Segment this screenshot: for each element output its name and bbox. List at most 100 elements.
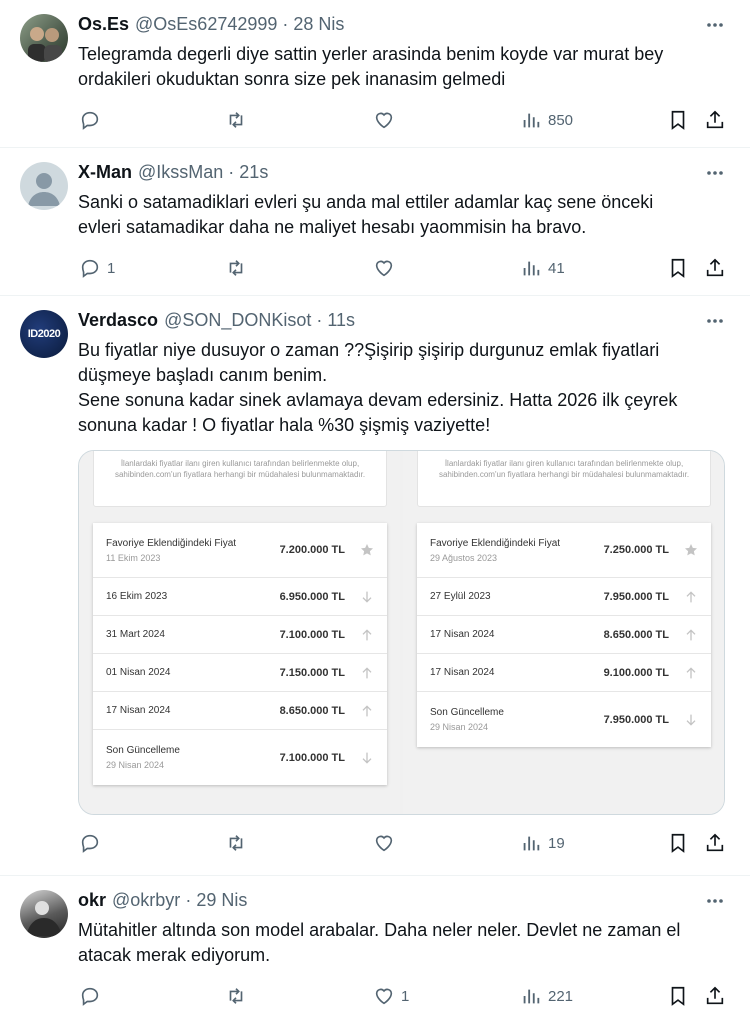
tweet-image[interactable]: İlanlardaki fiyatlar ilanı giren kullanı… bbox=[78, 450, 725, 815]
reply-button[interactable] bbox=[79, 985, 107, 1007]
bookmark-icon bbox=[671, 833, 685, 853]
avatar[interactable] bbox=[20, 14, 68, 62]
timestamp[interactable]: 28 Nis bbox=[293, 14, 344, 35]
arrow-down-icon bbox=[359, 750, 375, 766]
share-button[interactable] bbox=[704, 257, 726, 279]
retweet-button[interactable] bbox=[225, 109, 247, 131]
star-icon bbox=[359, 542, 375, 558]
avatar-text: ID2020 bbox=[27, 328, 61, 340]
view-count: 41 bbox=[548, 259, 565, 277]
price-notice: İlanlardaki fiyatlar ilanı giren kullanı… bbox=[93, 451, 387, 507]
retweet-button[interactable] bbox=[225, 832, 247, 854]
tweet[interactable]: okr @okrbyr · 29 Nis Mütahitler altında … bbox=[0, 876, 750, 1019]
avatar[interactable] bbox=[20, 890, 68, 938]
price-history-list: Favoriye Eklendiğindeki Fiyat 11 Ekim 202… bbox=[93, 523, 387, 785]
views-button[interactable]: 19 bbox=[520, 832, 565, 854]
bookmark-icon bbox=[671, 110, 685, 130]
like-count: 1 bbox=[401, 987, 410, 1005]
like-button[interactable] bbox=[373, 257, 401, 279]
author-name[interactable]: okr bbox=[78, 890, 106, 911]
price-value: 7.250.000 TL bbox=[603, 544, 669, 556]
arrow-up-icon bbox=[683, 589, 699, 605]
price-history-row: Favoriye Eklendiğindeki Fiyat 29 Ağustos … bbox=[417, 523, 711, 578]
reply-icon bbox=[81, 111, 99, 130]
price-history-row: 31 Mart 2024 7.100.000 TL bbox=[93, 616, 387, 654]
bookmark-button[interactable] bbox=[667, 109, 689, 131]
author-handle[interactable]: @okrbyr bbox=[112, 890, 180, 911]
bookmark-icon bbox=[671, 258, 685, 278]
arrow-down-icon bbox=[359, 589, 375, 605]
like-button[interactable] bbox=[373, 109, 401, 131]
reply-button[interactable]: 1 bbox=[79, 257, 115, 279]
more-icon[interactable] bbox=[704, 890, 726, 912]
more-icon[interactable] bbox=[704, 14, 726, 36]
share-button[interactable] bbox=[704, 832, 726, 854]
arrow-up-icon bbox=[683, 627, 699, 643]
reply-icon bbox=[81, 259, 99, 278]
author-handle[interactable]: @OsEs62742999 bbox=[135, 14, 277, 35]
avatar-photo-icon bbox=[26, 901, 62, 936]
star-icon bbox=[683, 542, 699, 558]
price-date-label: Favoriye Eklendiğindeki Fiyat bbox=[430, 537, 561, 549]
avatar-photo-icon bbox=[28, 27, 62, 62]
heart-icon bbox=[375, 112, 393, 129]
bookmark-button[interactable] bbox=[667, 832, 689, 854]
price-value: 9.100.000 TL bbox=[603, 666, 669, 679]
share-icon bbox=[706, 110, 724, 129]
tweet-text: Telegramda degerli diye sattin yerler ar… bbox=[78, 44, 664, 89]
reply-button[interactable] bbox=[79, 832, 107, 854]
bookmark-button[interactable] bbox=[667, 985, 689, 1007]
share-button[interactable] bbox=[704, 985, 726, 1007]
avatar[interactable] bbox=[20, 162, 68, 210]
separator-dot: · bbox=[282, 13, 289, 34]
avatar[interactable]: ID2020 bbox=[20, 310, 68, 358]
price-value: 6.950.000 TL bbox=[279, 590, 345, 603]
timestamp[interactable]: 21s bbox=[239, 162, 268, 183]
tweet[interactable]: Os.Es @OsEs62742999 · 28 Nis Telegramda … bbox=[0, 0, 750, 148]
author-handle[interactable]: @SON_DONKisot bbox=[164, 310, 311, 331]
timestamp[interactable]: 11s bbox=[327, 310, 355, 331]
retweet-button[interactable] bbox=[225, 985, 247, 1007]
price-date-label: Favoriye Eklendiğindeki Fiyat bbox=[106, 537, 237, 549]
share-button[interactable] bbox=[704, 109, 726, 131]
retweet-button[interactable] bbox=[225, 257, 247, 279]
like-button[interactable] bbox=[373, 832, 401, 854]
author-handle[interactable]: @IkssMan bbox=[138, 162, 223, 183]
retweet-icon bbox=[229, 988, 243, 1004]
views-icon bbox=[523, 261, 540, 276]
price-value: 8.650.000 TL bbox=[279, 704, 345, 717]
more-icon[interactable] bbox=[704, 310, 726, 332]
views-icon bbox=[523, 113, 540, 128]
default-avatar-icon bbox=[28, 173, 60, 206]
retweet-icon bbox=[229, 835, 243, 851]
share-icon bbox=[706, 258, 724, 277]
price-date-label: 31 Mart 2024 bbox=[106, 629, 165, 640]
author-name[interactable]: Os.Es bbox=[78, 14, 129, 35]
price-history-list: Favoriye Eklendiğindeki Fiyat 29 Ağustos … bbox=[417, 523, 711, 747]
views-button[interactable]: 41 bbox=[520, 257, 565, 279]
views-button[interactable]: 221 bbox=[520, 985, 573, 1007]
author-name[interactable]: X-Man bbox=[78, 162, 132, 183]
bookmark-button[interactable] bbox=[667, 257, 689, 279]
price-history-row: 16 Ekim 2023 6.950.000 TL bbox=[93, 578, 387, 616]
share-icon bbox=[706, 986, 724, 1005]
tweet[interactable]: ID2020 Verdasco @SON_DONKisot · 11s Bu f… bbox=[0, 296, 750, 876]
arrow-up-icon bbox=[359, 665, 375, 681]
tweet-text: Sanki o satamadiklari evleri şu anda mal… bbox=[78, 192, 654, 237]
views-button[interactable]: 850 bbox=[520, 109, 573, 131]
reply-button[interactable] bbox=[79, 109, 107, 131]
like-button[interactable]: 1 bbox=[373, 985, 409, 1007]
price-date-sub: 11 Ekim 2023 bbox=[106, 552, 161, 563]
price-date-label: 17 Nisan 2024 bbox=[106, 705, 171, 716]
author-name[interactable]: Verdasco bbox=[78, 310, 158, 331]
more-icon[interactable] bbox=[704, 162, 726, 184]
view-count: 221 bbox=[548, 987, 574, 1005]
heart-icon bbox=[375, 988, 393, 1005]
price-date-label: Son Güncelleme bbox=[106, 745, 180, 756]
separator-dot: · bbox=[228, 161, 235, 182]
price-history-row: 17 Nisan 2024 8.650.000 TL bbox=[93, 692, 387, 730]
tweet[interactable]: X-Man @IkssMan · 21s Sanki o satamadikla… bbox=[0, 148, 750, 296]
price-date-label: 17 Nisan 2024 bbox=[430, 629, 495, 640]
timestamp[interactable]: 29 Nis bbox=[196, 890, 247, 911]
separator-dot: · bbox=[185, 889, 192, 910]
